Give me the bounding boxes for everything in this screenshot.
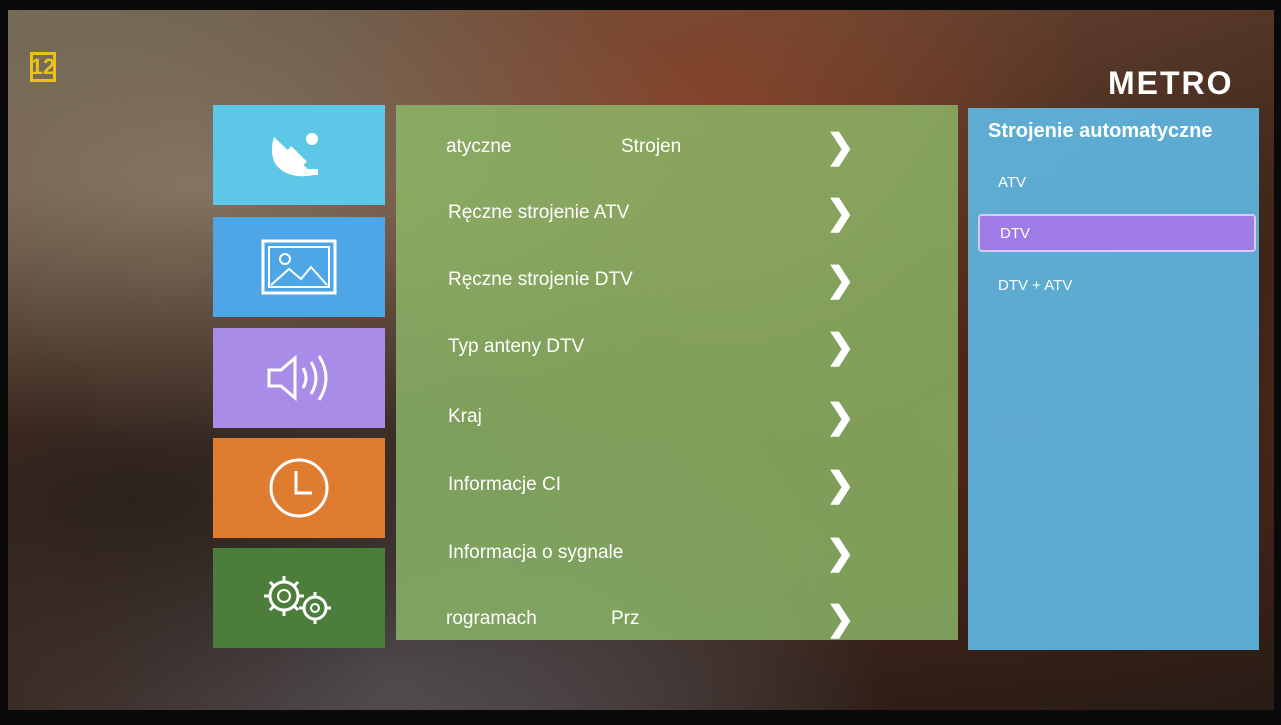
menu-item-program-info[interactable]: rogramach Prz ❯ [396, 599, 958, 639]
picture-icon [261, 239, 337, 295]
menu-item-country[interactable]: Kraj ❯ [396, 397, 958, 437]
speaker-icon [267, 354, 328, 402]
brand-logo: METRO [1108, 65, 1234, 101]
menu-item-manual-dtv[interactable]: Ręczne strojenie DTV ❯ [396, 260, 958, 300]
auto-tuning-submenu: Strojenie automatyczne ATV DTV DTV + ATV [968, 108, 1259, 650]
option-dtv[interactable]: DTV [978, 214, 1256, 252]
menu-item-label: rogramach [446, 608, 537, 629]
category-tile-tuning[interactable] [213, 105, 385, 205]
option-dtv-atv[interactable]: DTV + ATV [978, 266, 1256, 304]
option-label: DTV + ATV [998, 276, 1073, 294]
chevron-right-icon: ❯ [826, 398, 855, 436]
chevron-right-icon: ❯ [826, 466, 855, 504]
option-label: DTV [1000, 224, 1030, 242]
menu-item-label: Ręczne strojenie ATV [448, 202, 630, 223]
menu-item-label: Ręczne strojenie DTV [448, 269, 633, 290]
option-label: ATV [998, 173, 1027, 191]
chevron-right-icon: ❯ [826, 128, 855, 166]
chevron-right-icon: ❯ [826, 328, 855, 366]
chevron-right-icon: ❯ [826, 600, 855, 638]
chevron-right-icon: ❯ [826, 194, 855, 232]
menu-item-label: Kraj [448, 406, 482, 427]
menu-item-ci-info[interactable]: Informacje CI ❯ [396, 465, 958, 505]
channel-number-badge: 12 [30, 52, 56, 82]
submenu-title: Strojenie automatyczne [988, 120, 1213, 142]
menu-item-label: Informacje CI [448, 474, 561, 495]
menu-item-label: Informacja o sygnale [448, 542, 624, 563]
menu-item-label: atyczne [446, 136, 512, 157]
menu-item-value: Prz [611, 608, 640, 629]
category-tile-time[interactable] [213, 438, 385, 538]
gears-icon [264, 576, 331, 624]
clock-icon [269, 458, 329, 518]
category-tile-picture[interactable] [213, 217, 385, 317]
category-tile-sound[interactable] [213, 328, 385, 428]
category-tile-settings[interactable] [213, 548, 385, 648]
menu-item-label: Typ anteny DTV [448, 336, 585, 357]
satellite-dish-icon [271, 133, 318, 177]
tv-screen: 12 METRO atyczne Strojen ❯ Ręczne stroje… [8, 10, 1274, 710]
tuning-menu-panel: atyczne Strojen ❯ Ręczne strojenie ATV ❯… [396, 105, 958, 640]
menu-item-value: Strojen [621, 136, 682, 157]
channel-number: 12 [30, 54, 56, 79]
chevron-right-icon: ❯ [826, 534, 855, 572]
option-atv[interactable]: ATV [978, 163, 1256, 201]
menu-item-antenna-type[interactable]: Typ anteny DTV ❯ [396, 327, 958, 367]
menu-item-manual-atv[interactable]: Ręczne strojenie ATV ❯ [396, 193, 958, 233]
menu-item-signal-info[interactable]: Informacja o sygnale ❯ [396, 533, 958, 573]
chevron-right-icon: ❯ [826, 261, 855, 299]
menu-item-auto-tuning[interactable]: atyczne Strojen ❯ [396, 127, 958, 167]
